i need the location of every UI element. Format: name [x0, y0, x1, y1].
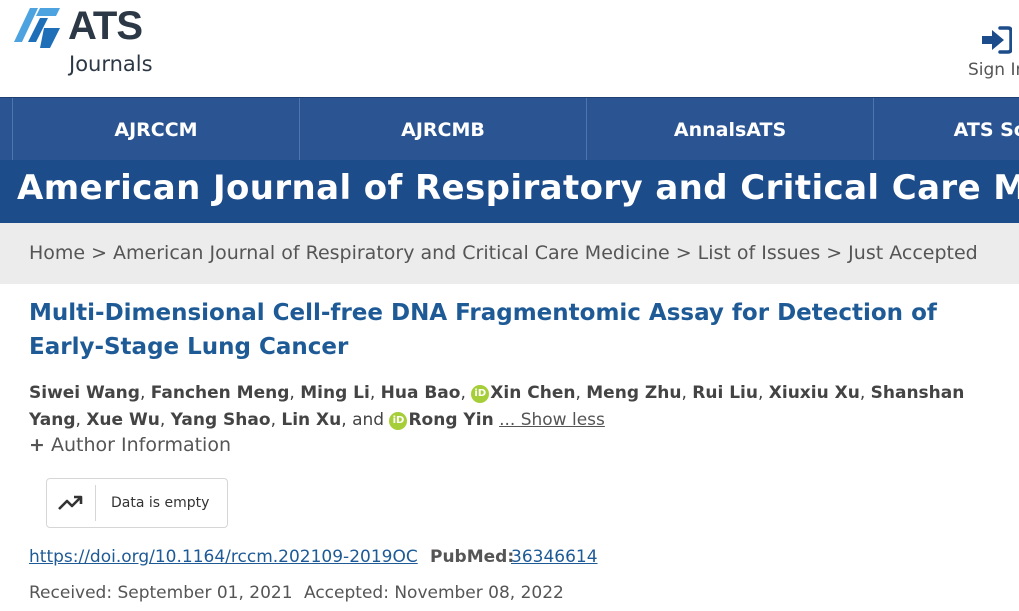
author-link[interactable]: Hua Bao	[381, 383, 461, 403]
orcid-icon[interactable]: iD	[471, 385, 490, 403]
and-word: and	[352, 410, 385, 430]
metrics-divider	[95, 485, 96, 521]
tab-ajrcmb[interactable]: AJRCMB	[299, 98, 586, 160]
trending-up-icon	[58, 495, 83, 510]
author-link[interactable]: Rui Liu	[692, 383, 758, 403]
breadcrumb-separator: >	[826, 242, 843, 264]
author-link[interactable]: Rong Yin	[408, 410, 493, 430]
accepted-date: Accepted: November 08, 2022	[304, 583, 564, 603]
ats-journals-logo[interactable]: ATS Journals	[10, 4, 170, 76]
logo-wordmark: ATS	[68, 4, 143, 48]
pubmed-link[interactable]: 36346614	[511, 547, 598, 567]
orcid-icon[interactable]: iD	[389, 412, 408, 430]
doi-link[interactable]: https://doi.org/10.1164/rccm.202109-2019…	[29, 547, 418, 567]
logo-subtext: Journals	[69, 52, 153, 76]
tab-annalsats[interactable]: AnnalsATS	[586, 98, 873, 160]
site-header: ATS Journals Sign In	[0, 0, 1019, 97]
breadcrumb-trail: Home > American Journal of Respiratory and…	[29, 242, 978, 264]
journal-title-band: American Journal of Respiratory and Crit…	[0, 160, 1019, 223]
author-link[interactable]: Lin Xu	[281, 410, 341, 430]
breadcrumb-separator: >	[675, 242, 692, 264]
article-title: Multi-Dimensional Cell-free DNA Fragment…	[29, 300, 937, 360]
breadcrumb: Home > American Journal of Respiratory and…	[0, 223, 1019, 284]
ats-logo-mark-icon	[14, 8, 60, 48]
author-link[interactable]: Xin Chen	[490, 383, 575, 403]
author-information-label: Author Information	[51, 434, 231, 456]
author-link[interactable]: Xiuxiu Xu	[769, 383, 860, 403]
breadcrumb-list-of-issues[interactable]: List of Issues	[698, 242, 821, 264]
author-link[interactable]: Xue Wu	[86, 410, 160, 430]
doi-row: https://doi.org/10.1164/rccm.202109-2019…	[29, 547, 418, 567]
breadcrumb-journal[interactable]: American Journal of Respiratory and Crit…	[113, 242, 670, 264]
sign-in-icon	[982, 26, 1012, 54]
journal-nav: AJRCCM AJRCMB AnnalsATS ATS Scholar	[0, 97, 1019, 160]
author-link[interactable]: Meng Zhu	[586, 383, 681, 403]
author-list: Siwei Wang, Fanchen Meng, Ming Li, Hua B…	[29, 383, 965, 430]
sign-in-label: Sign In	[968, 60, 1019, 80]
show-less-link[interactable]: ... Show less	[499, 410, 605, 430]
breadcrumb-just-accepted[interactable]: Just Accepted	[848, 242, 978, 264]
received-date: Received: September 01, 2021	[29, 583, 293, 603]
metrics-widget[interactable]: Data is empty	[46, 478, 228, 528]
author-link[interactable]: Ming Li	[300, 383, 370, 403]
sign-in-link[interactable]: Sign In	[966, 26, 1019, 86]
breadcrumb-separator: >	[91, 242, 108, 264]
journal-title[interactable]: American Journal of Respiratory and Crit…	[17, 168, 1019, 208]
author-link[interactable]: Yang Shao	[171, 410, 271, 430]
tab-ats-scholar[interactable]: ATS Scholar	[873, 98, 1019, 160]
metrics-status-text: Data is empty	[111, 495, 210, 511]
author-link[interactable]: Siwei Wang	[29, 383, 140, 403]
publication-dates: Received: September 01, 2021 Accepted: N…	[29, 583, 564, 603]
tab-ajrccm[interactable]: AJRCCM	[12, 98, 299, 160]
author-information-toggle[interactable]: + Author Information	[29, 434, 231, 456]
author-link[interactable]: Fanchen Meng	[151, 383, 290, 403]
expand-plus-icon: +	[29, 434, 45, 456]
breadcrumb-home[interactable]: Home	[29, 242, 85, 264]
pubmed-label: PubMed:	[430, 547, 515, 567]
